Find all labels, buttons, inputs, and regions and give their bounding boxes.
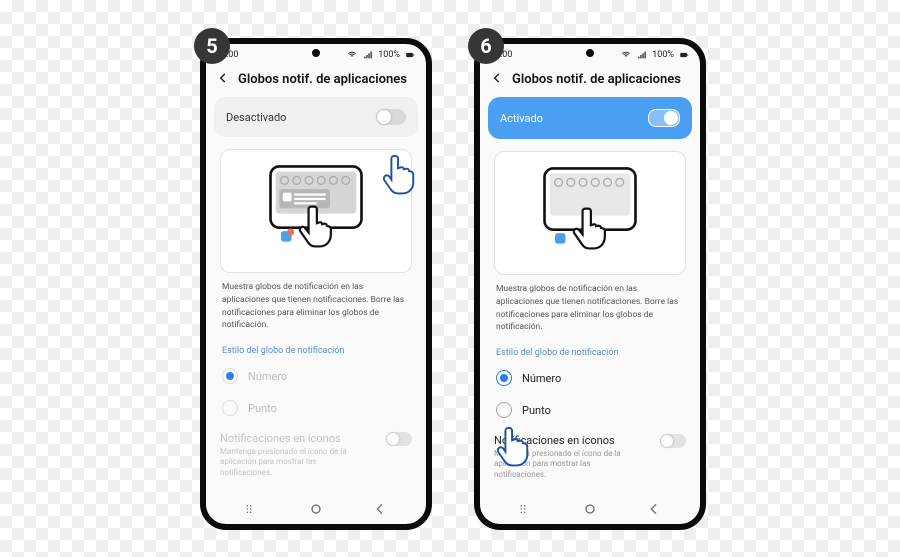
section-label: Estilo del globo de notificación	[206, 340, 426, 360]
page-header: Globos notif. de aplicaciones	[480, 66, 700, 97]
small-toggle-icon	[386, 432, 412, 446]
illustration-panel	[494, 151, 686, 275]
radio-option-number[interactable]: Número	[480, 362, 700, 394]
master-toggle-label: Activado	[500, 112, 543, 125]
step-number: 6	[480, 34, 491, 58]
home-icon[interactable]	[308, 501, 324, 517]
radio-icon	[222, 368, 238, 384]
home-icon[interactable]	[582, 501, 598, 517]
small-toggle-icon[interactable]	[660, 434, 686, 448]
radio-label: Número	[522, 372, 561, 385]
master-toggle-label: Desactivado	[226, 111, 286, 124]
toggle-switch-icon[interactable]	[648, 109, 680, 127]
radio-label: Número	[248, 370, 287, 383]
battery-icon	[678, 50, 690, 60]
signal-icon	[636, 50, 648, 60]
master-toggle-row[interactable]: Desactivado	[214, 97, 418, 137]
phone-frame: 10:00 100% Globos notif. de aplicaciones	[200, 38, 432, 530]
wifi-icon	[620, 50, 632, 60]
back-icon[interactable]	[490, 70, 504, 89]
step-5: 5 10:00 100% Globo	[200, 38, 432, 530]
page-header: Globos notif. de aplicaciones	[206, 66, 426, 97]
status-bar: 10:00 100%	[206, 44, 426, 66]
battery-icon	[404, 50, 416, 60]
status-bar: 10:00 100%	[480, 44, 700, 66]
master-toggle-row[interactable]: Activado	[488, 97, 692, 139]
tap-hand-icon	[380, 150, 418, 196]
radio-option-number: Número	[206, 360, 426, 392]
radio-icon[interactable]	[496, 402, 512, 418]
step-badge-6: 6	[468, 28, 504, 64]
icon-notifications-option: Notificaciones en íconos Mantenga presio…	[220, 432, 412, 478]
status-battery-text: 100%	[378, 50, 400, 60]
description-text: Muestra globos de notificación en las ap…	[206, 281, 426, 340]
tap-hand-icon	[494, 422, 532, 468]
option-subtitle: Mantenga presionado el ícono de la aplic…	[220, 447, 360, 478]
radio-icon	[222, 400, 238, 416]
recents-icon[interactable]	[244, 501, 260, 517]
android-navbar	[480, 494, 700, 524]
signal-icon	[362, 50, 374, 60]
page-title: Globos notif. de aplicaciones	[238, 72, 407, 87]
step-badge-5: 5	[194, 28, 230, 64]
back-nav-icon[interactable]	[372, 501, 388, 517]
radio-label: Punto	[248, 402, 277, 415]
step-number: 5	[206, 34, 217, 58]
toggle-switch-icon[interactable]	[376, 109, 406, 125]
status-battery-text: 100%	[652, 50, 674, 60]
radio-icon[interactable]	[496, 370, 512, 386]
wifi-icon	[346, 50, 358, 60]
page-title: Globos notif. de aplicaciones	[512, 72, 681, 87]
step-6: 6 10:00 100% Globo	[474, 38, 706, 530]
description-text: Muestra globos de notificación en las ap…	[480, 283, 700, 342]
radio-option-dot: Punto	[206, 392, 426, 424]
section-label: Estilo del globo de notificación	[480, 342, 700, 362]
android-navbar	[206, 494, 426, 524]
radio-label: Punto	[522, 404, 551, 417]
back-icon[interactable]	[216, 70, 230, 89]
phone-frame: 10:00 100% Globos notif. de aplicaciones	[474, 38, 706, 530]
back-nav-icon[interactable]	[646, 501, 662, 517]
option-title: Notificaciones en íconos	[220, 432, 360, 445]
recents-icon[interactable]	[518, 501, 534, 517]
